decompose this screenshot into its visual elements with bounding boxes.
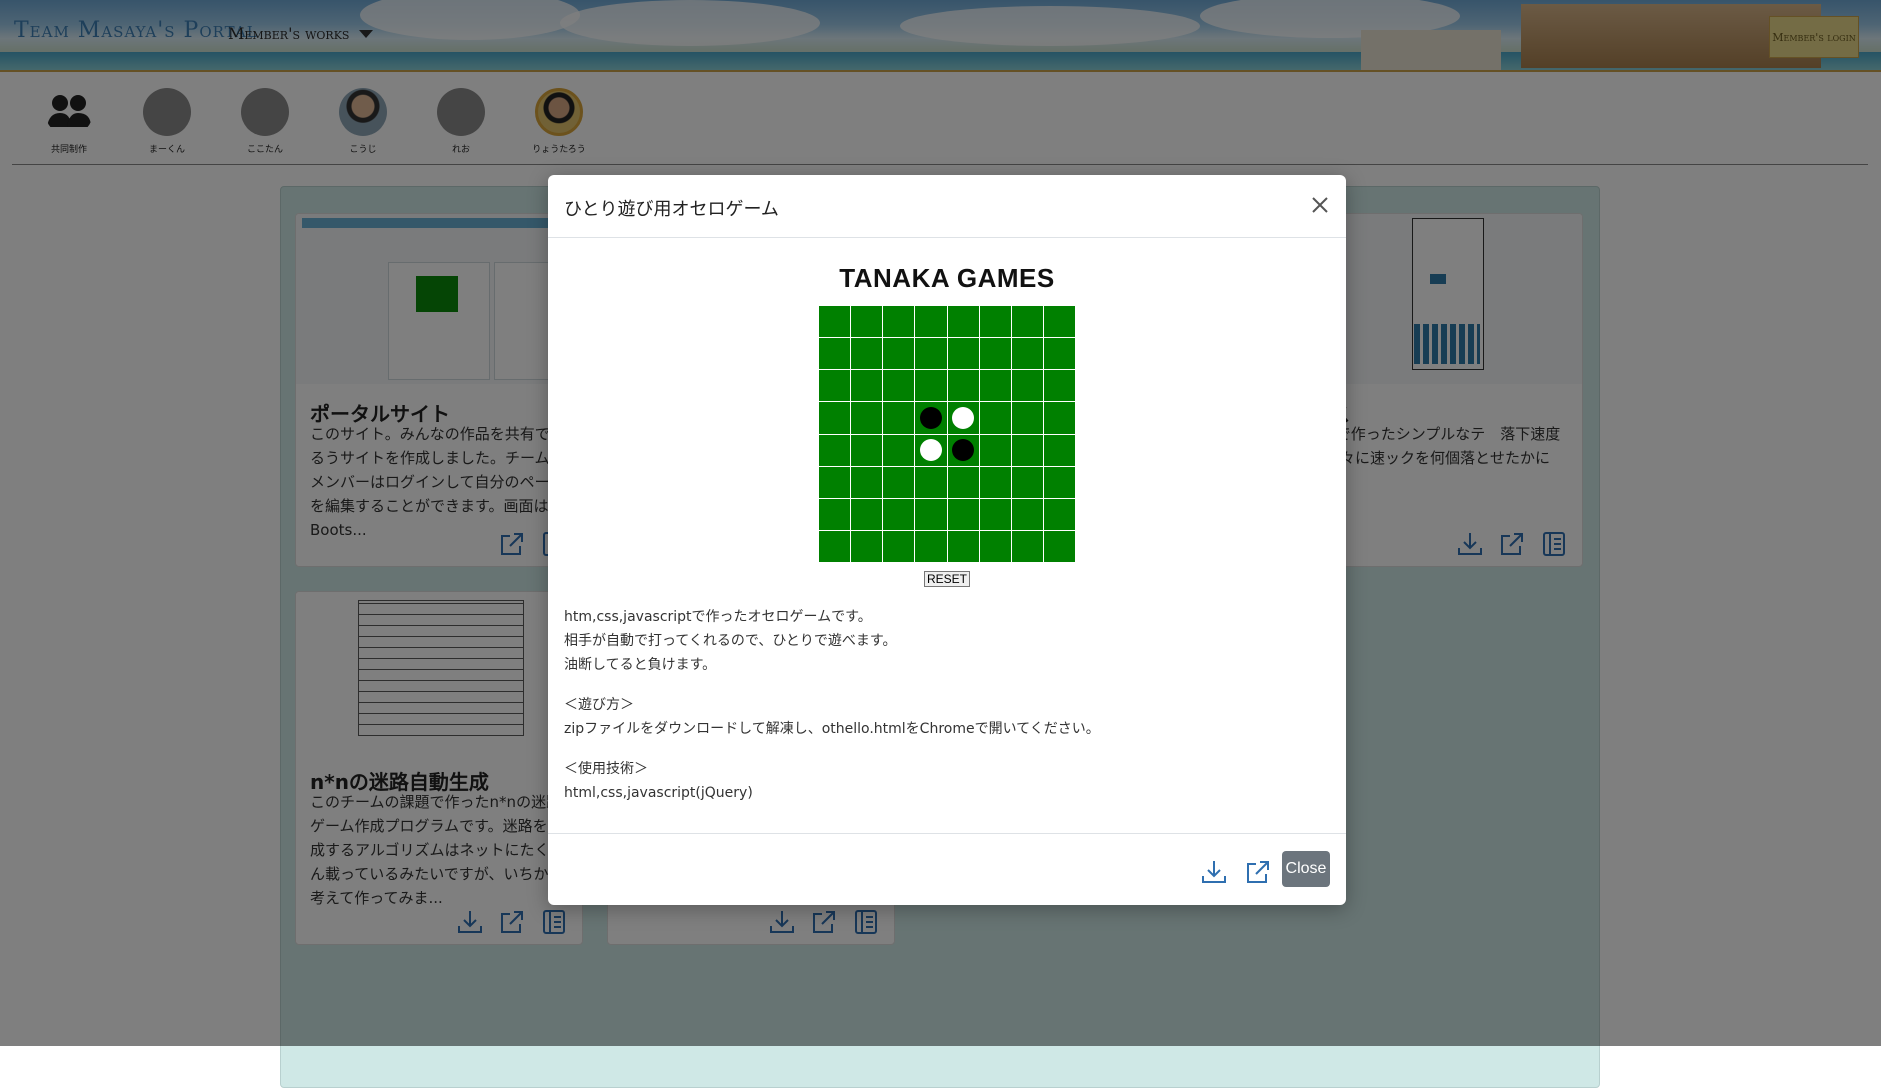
- board-cell[interactable]: [850, 497, 884, 531]
- board-cell[interactable]: [914, 465, 948, 499]
- board-cell[interactable]: [817, 465, 852, 499]
- board-cell[interactable]: [946, 529, 980, 564]
- board-cell[interactable]: [1010, 465, 1044, 499]
- work-description: htm,css,javascriptで作ったオセロゲームです。 相手が自動で打っ…: [564, 605, 1324, 821]
- board-cell[interactable]: [850, 401, 884, 435]
- board-cell[interactable]: [1042, 369, 1077, 403]
- board-cell[interactable]: [914, 369, 948, 403]
- desc-line: 油断してると負けます。: [564, 657, 717, 673]
- board-cell[interactable]: [946, 401, 980, 435]
- howto-block: ＜遊び方＞ zipファイルをダウンロードして解凍し、othello.htmlをC…: [564, 693, 1324, 741]
- board-cell[interactable]: [882, 497, 916, 531]
- board-cell[interactable]: [914, 401, 948, 435]
- board-cell[interactable]: [1042, 497, 1077, 531]
- board-cell[interactable]: [946, 497, 980, 531]
- close-icon[interactable]: [1308, 193, 1332, 217]
- board-cell[interactable]: [817, 529, 852, 564]
- board-cell[interactable]: [850, 465, 884, 499]
- tech-block: ＜使用技術＞ html,css,javascript(jQuery): [564, 757, 1324, 805]
- board-cell[interactable]: [882, 465, 916, 499]
- work-detail-modal: ひとり遊び用オセロゲーム TANAKA GAMES RESET htm,css,…: [548, 175, 1346, 905]
- board-cell[interactable]: [946, 465, 980, 499]
- board-cell[interactable]: [914, 433, 948, 467]
- board-cell[interactable]: [1010, 369, 1044, 403]
- board-cell[interactable]: [817, 369, 852, 403]
- board-cell[interactable]: [1010, 304, 1044, 339]
- board-cell[interactable]: [914, 529, 948, 564]
- board-cell[interactable]: [850, 529, 884, 564]
- board-cell[interactable]: [978, 337, 1012, 371]
- board-cell[interactable]: [978, 401, 1012, 435]
- board-cell[interactable]: [882, 433, 916, 467]
- board-cell[interactable]: [978, 304, 1012, 339]
- external-link-icon[interactable]: [1244, 858, 1272, 886]
- board-cell[interactable]: [850, 337, 884, 371]
- tech-heading: ＜使用技術＞: [564, 761, 648, 777]
- board-cell[interactable]: [1042, 465, 1077, 499]
- modal-title: ひとり遊び用オセロゲーム: [564, 199, 779, 220]
- board-cell[interactable]: [1010, 401, 1044, 435]
- board-cell[interactable]: [1042, 304, 1077, 339]
- board-cell[interactable]: [882, 401, 916, 435]
- howto-text: zipファイルをダウンロードして解凍し、othello.htmlをChromeで…: [564, 721, 1100, 737]
- board-cell[interactable]: [1042, 401, 1077, 435]
- black-disc: [952, 439, 975, 462]
- board-cell[interactable]: [882, 529, 916, 564]
- board-cell[interactable]: [817, 337, 852, 371]
- board-cell[interactable]: [946, 304, 980, 339]
- board-cell[interactable]: [1042, 529, 1077, 564]
- board-cell[interactable]: [978, 369, 1012, 403]
- modal-header: ひとり遊び用オセロゲーム: [548, 175, 1346, 238]
- board-cell[interactable]: [850, 433, 884, 467]
- board-cell[interactable]: [1042, 337, 1077, 371]
- board-cell[interactable]: [850, 304, 884, 339]
- board-cell[interactable]: [817, 304, 852, 339]
- black-disc: [919, 406, 942, 429]
- modal-actions: [1200, 858, 1272, 886]
- board-cell[interactable]: [946, 337, 980, 371]
- board-cell[interactable]: [817, 401, 852, 435]
- board-cell[interactable]: [882, 337, 916, 371]
- close-button[interactable]: Close: [1282, 851, 1330, 887]
- board-cell[interactable]: [1010, 497, 1044, 531]
- board-cell[interactable]: [882, 304, 916, 339]
- white-disc: [952, 406, 975, 429]
- board-cell[interactable]: [978, 497, 1012, 531]
- board-cell[interactable]: [946, 433, 980, 467]
- board-cell[interactable]: [978, 465, 1012, 499]
- reset-button[interactable]: RESET: [924, 571, 970, 587]
- board-cell[interactable]: [882, 369, 916, 403]
- tech-text: html,css,javascript(jQuery): [564, 785, 753, 801]
- board-cell[interactable]: [1010, 337, 1044, 371]
- download-icon[interactable]: [1200, 858, 1228, 886]
- board-cell[interactable]: [914, 497, 948, 531]
- board-cell[interactable]: [1042, 433, 1077, 467]
- desc-line: htm,css,javascriptで作ったオセロゲームです。: [564, 609, 872, 625]
- howto-heading: ＜遊び方＞: [564, 697, 634, 713]
- othello-board[interactable]: [817, 304, 1077, 564]
- white-disc: [919, 439, 942, 462]
- board-cell[interactable]: [914, 337, 948, 371]
- board-cell[interactable]: [946, 369, 980, 403]
- board-cell[interactable]: [978, 433, 1012, 467]
- board-cell[interactable]: [914, 304, 948, 339]
- desc-line: 相手が自動で打ってくれるので、ひとりで遊べます。: [564, 633, 897, 649]
- board-cell[interactable]: [1010, 433, 1044, 467]
- game-title: TANAKA GAMES: [839, 263, 1055, 293]
- modal-footer: Close: [548, 833, 1346, 906]
- board-cell[interactable]: [978, 529, 1012, 564]
- board-cell[interactable]: [850, 369, 884, 403]
- intro-block: htm,css,javascriptで作ったオセロゲームです。 相手が自動で打っ…: [564, 605, 1324, 677]
- board-cell[interactable]: [817, 433, 852, 467]
- board-cell[interactable]: [817, 497, 852, 531]
- board-cell[interactable]: [1010, 529, 1044, 564]
